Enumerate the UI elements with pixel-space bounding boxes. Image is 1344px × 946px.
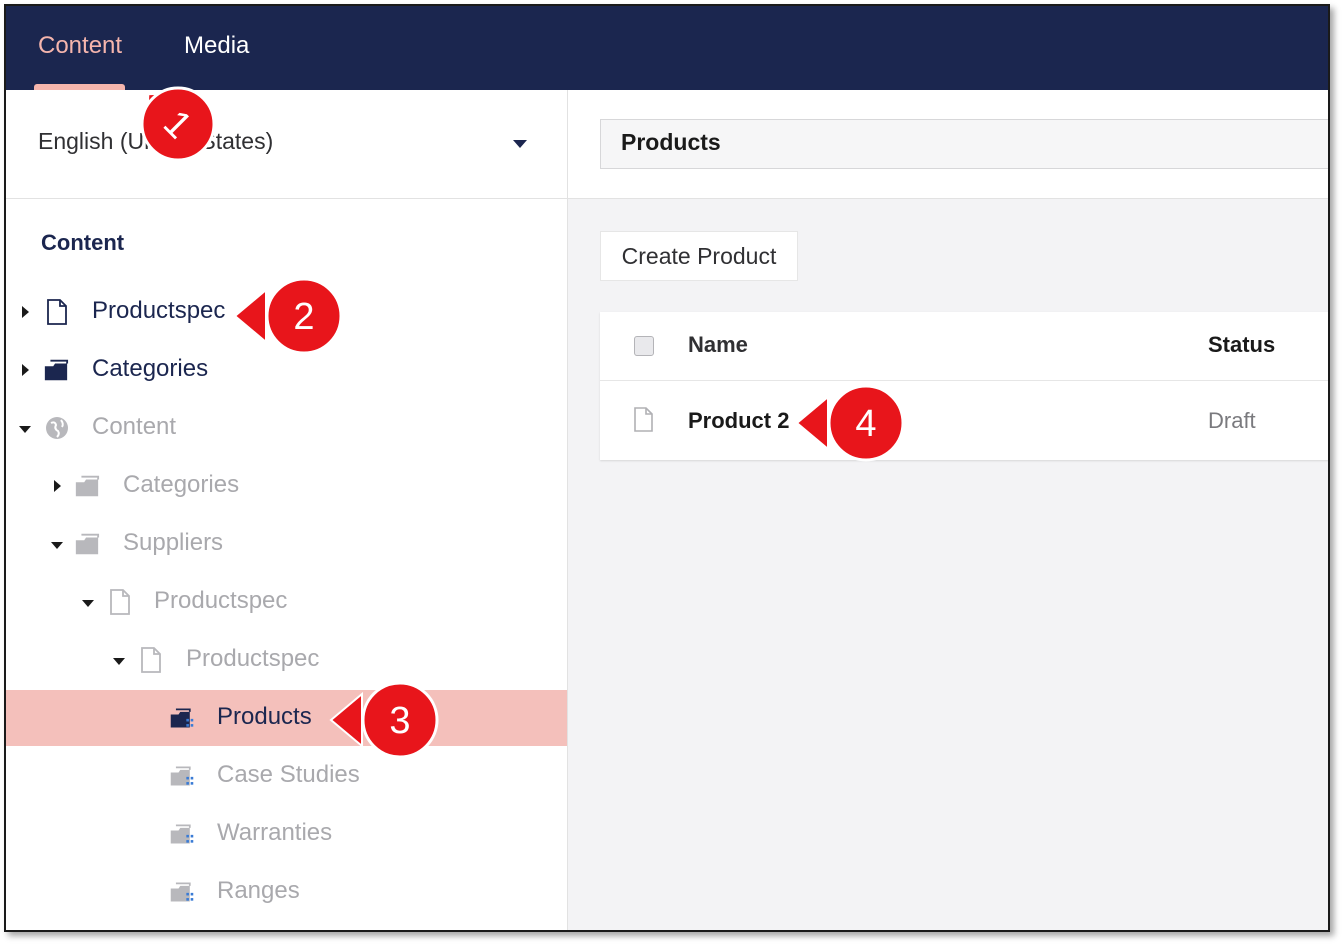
tree-node-label: Case Studies	[217, 761, 360, 788]
collapse-arrow-icon[interactable]	[19, 426, 31, 433]
callout-number: 2	[293, 296, 314, 338]
column-header-status[interactable]: Status	[1208, 332, 1275, 358]
expand-arrow-icon[interactable]	[54, 480, 61, 492]
callout-number: 4	[855, 403, 876, 445]
table-row[interactable]: Product 2 Draft	[600, 381, 1328, 460]
expand-arrow-icon[interactable]	[22, 364, 29, 376]
table-header: Name Status	[600, 312, 1328, 381]
language-selector[interactable]: English (United States)	[6, 90, 567, 199]
document-icon	[47, 299, 67, 325]
tree-node-content[interactable]: Content	[6, 400, 567, 456]
column-header-name[interactable]: Name	[688, 332, 748, 358]
tree-node-label: Productspec	[92, 297, 226, 324]
node-name-value: Products	[621, 129, 721, 155]
main-panel: Products Create Product Name Status Prod…	[568, 90, 1328, 930]
tree-node-case-studies[interactable]: Case Studies	[6, 748, 567, 804]
callout-badge-3: 3	[329, 681, 439, 759]
tree-node-warranties[interactable]: Warranties	[6, 806, 567, 862]
tree-node-productspec[interactable]: Productspec	[6, 632, 567, 688]
folder-icon	[75, 475, 100, 497]
folder-icon	[44, 359, 69, 381]
collapse-arrow-icon[interactable]	[82, 600, 94, 607]
document-icon	[634, 407, 653, 432]
list-folder-icon	[170, 708, 194, 728]
callout-badge-4: 4	[795, 384, 905, 462]
tree-node-label: Suppliers	[123, 529, 224, 556]
node-header: Products	[568, 90, 1328, 199]
list-folder-icon	[170, 766, 194, 786]
tree-node-label: Products	[217, 703, 312, 730]
tree-node-label: Categories	[92, 355, 209, 382]
list-folder-icon	[170, 824, 194, 844]
row-status: Draft	[1208, 408, 1256, 433]
expand-arrow-icon[interactable]	[22, 306, 29, 318]
tree-node-label: Content	[92, 413, 177, 440]
content-tree-sidebar: English (United States) Content Products…	[6, 90, 568, 930]
callout-badge-1: 1	[140, 86, 216, 162]
tree-node-ranges[interactable]: Ranges	[6, 864, 567, 920]
row-name-link[interactable]: Product 2	[688, 408, 789, 434]
tree-node-suppliers[interactable]: Suppliers	[6, 516, 567, 572]
callout-number: 3	[389, 700, 410, 742]
tab-content[interactable]: Content	[38, 6, 122, 90]
content-list-table: Name Status Product 2 Draft	[600, 312, 1328, 460]
select-all-checkbox[interactable]	[634, 336, 654, 356]
node-name-field[interactable]: Products	[600, 119, 1328, 169]
app-window: Content Media English (United States) Co…	[4, 4, 1330, 932]
collapse-arrow-icon[interactable]	[113, 658, 125, 665]
tree-node-label: Categories	[123, 471, 240, 498]
tree-node-products[interactable]: Products	[6, 690, 567, 746]
tree-node-productspec[interactable]: Productspec	[6, 574, 567, 630]
tree-heading: Content	[41, 230, 125, 255]
tree-node-label: Productspec	[186, 645, 320, 672]
tree-node-categories[interactable]: Categories	[6, 458, 567, 514]
callout-badge-2: 2	[233, 277, 343, 355]
document-icon	[141, 647, 161, 673]
chevron-down-icon[interactable]	[513, 140, 527, 148]
globe-icon	[46, 417, 68, 439]
tree-node-label: Ranges	[217, 877, 300, 904]
document-icon	[110, 589, 130, 615]
folder-icon	[75, 533, 100, 555]
list-folder-icon	[170, 882, 194, 902]
tree-node-label: Warranties	[217, 819, 333, 846]
tree-node-label: Productspec	[154, 587, 288, 614]
collapse-arrow-icon[interactable]	[51, 542, 63, 549]
create-product-button[interactable]: Create Product	[600, 231, 798, 281]
